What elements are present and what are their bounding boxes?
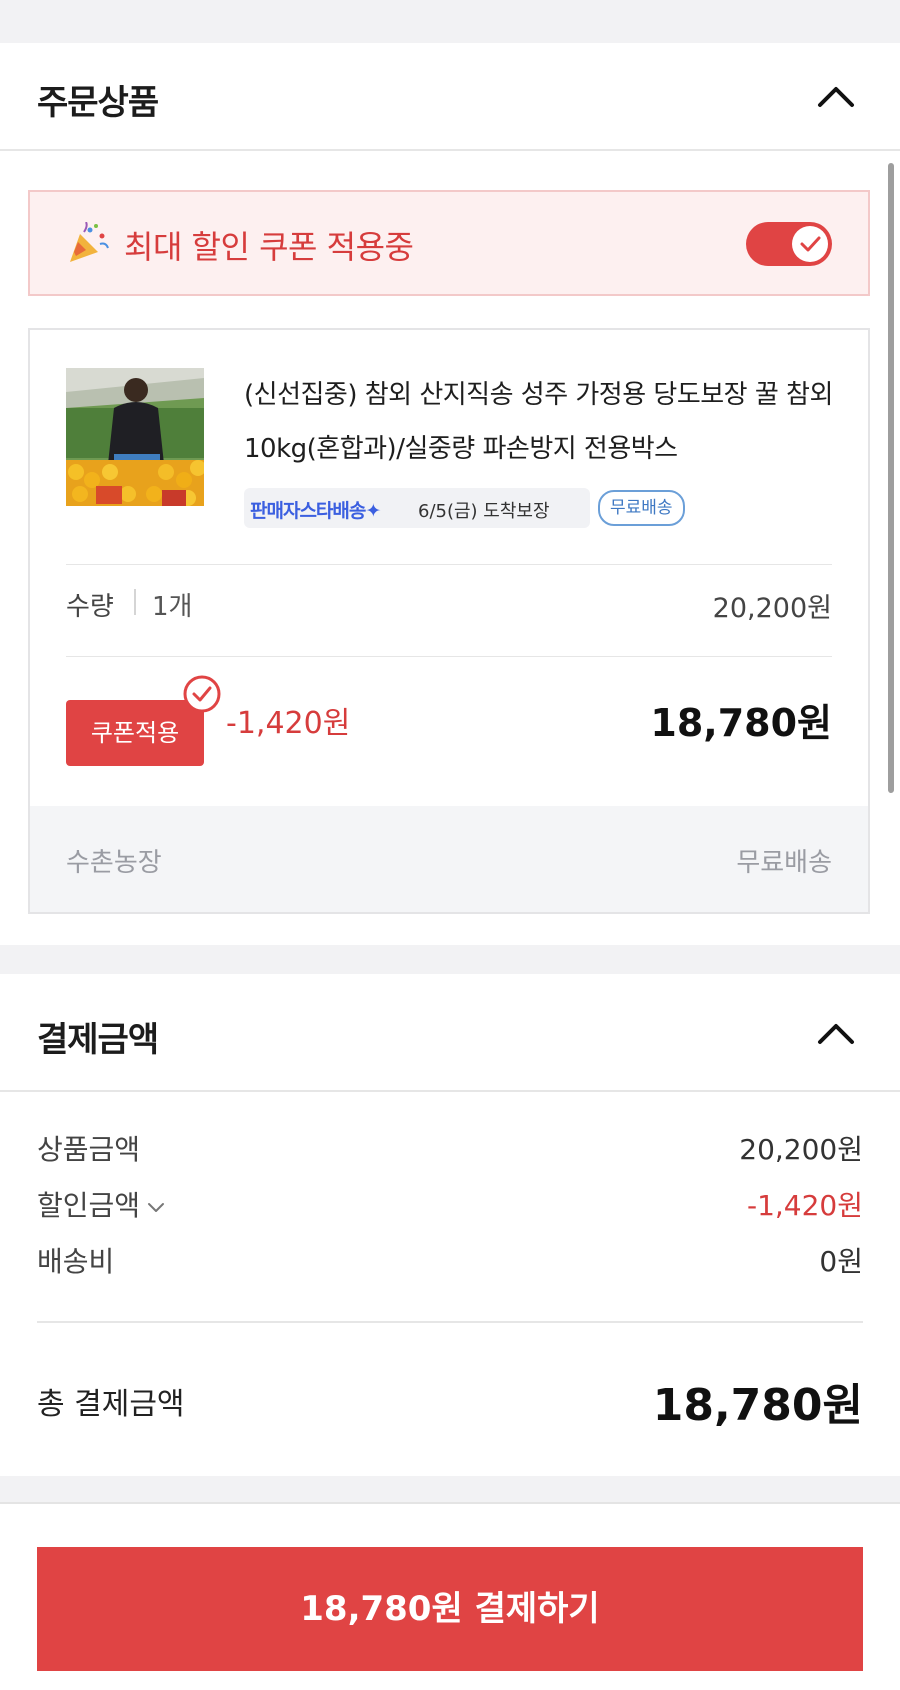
- payment-amount-section: 결제금액 상품금액 20,200원 할인금액 -1,420원 배송비 0원 총 …: [0, 974, 900, 1476]
- party-popper-icon: [70, 222, 109, 262]
- final-price: 18,780원: [650, 701, 832, 745]
- coupon-toggle[interactable]: [746, 222, 832, 266]
- discount-amount-value: -1,420원: [746, 1189, 863, 1222]
- star-delivery-badge: 판매자스타배송✦ 6/5(금) 도착보장: [244, 488, 590, 528]
- product-image: [66, 368, 204, 506]
- seller-shipping-fee: 무료배송: [736, 848, 832, 878]
- discount-amount: -1,420원: [226, 706, 351, 741]
- product-amount-value: 20,200원: [739, 1133, 863, 1166]
- discount-amount-toggle[interactable]: 할인금액: [37, 1184, 166, 1224]
- product-thumbnail[interactable]: [66, 368, 204, 506]
- check-icon: [800, 236, 821, 252]
- free-shipping-chip: 무료배송: [598, 490, 685, 526]
- order-items-section: 주문상품 최대 할인 쿠폰 적용중 (신선집중) 참외 산지직송 성주 가정용 …: [0, 43, 900, 945]
- chevron-up-icon[interactable]: [816, 83, 856, 109]
- toggle-knob: [792, 226, 828, 262]
- seller-footer: 수촌농장 무료배송: [30, 806, 868, 912]
- divider: [37, 1321, 863, 1323]
- bottom-pay-bar: 18,780원 결제하기: [0, 1502, 900, 1690]
- coupon-banner-text: 최대 할인 쿠폰 적용중: [124, 228, 414, 266]
- product-name[interactable]: (신선집중) 참외 산지직송 성주 가정용 당도보장 꿀 참외 10kg(혼합과…: [244, 368, 844, 476]
- order-items-header[interactable]: 주문상품: [0, 43, 900, 151]
- discount-amount-label: 할인금액: [37, 1189, 141, 1222]
- product-card: (신선집중) 참외 산지직송 성주 가정용 당도보장 꿀 참외 10kg(혼합과…: [28, 328, 870, 914]
- scrollbar[interactable]: [888, 163, 894, 793]
- arrival-guarantee: 6/5(금) 도착보장: [418, 501, 550, 522]
- order-items-title: 주문상품: [37, 83, 159, 123]
- product-amount-label: 상품금액: [37, 1133, 141, 1166]
- star-delivery-label: 판매자스타배송✦: [250, 500, 381, 522]
- divider: [66, 656, 832, 657]
- divider: [66, 564, 832, 565]
- payment-amount-title: 결제금액: [37, 1020, 159, 1060]
- shipping-fee-label: 배송비: [37, 1245, 115, 1278]
- coupon-applied-banner: 최대 할인 쿠폰 적용중: [28, 190, 870, 296]
- payment-amount-header[interactable]: 결제금액: [0, 974, 900, 1092]
- pay-button[interactable]: 18,780원 결제하기: [37, 1547, 863, 1671]
- total-payment-label: 총 결제금액: [37, 1387, 185, 1422]
- seller-name[interactable]: 수촌농장: [66, 842, 162, 879]
- chevron-up-icon[interactable]: [816, 1020, 856, 1046]
- shipping-fee-value: 0원: [819, 1245, 863, 1278]
- divider: [0, 1502, 900, 1504]
- chevron-down-icon: [148, 1203, 165, 1212]
- quantity-separator: [134, 589, 136, 615]
- item-price: 20,200원: [712, 593, 832, 624]
- check-circle-icon: [183, 675, 221, 713]
- quantity-label: 수량: [66, 592, 114, 622]
- total-payment-value: 18,780원: [652, 1380, 863, 1431]
- quantity-value: 1개: [152, 592, 193, 622]
